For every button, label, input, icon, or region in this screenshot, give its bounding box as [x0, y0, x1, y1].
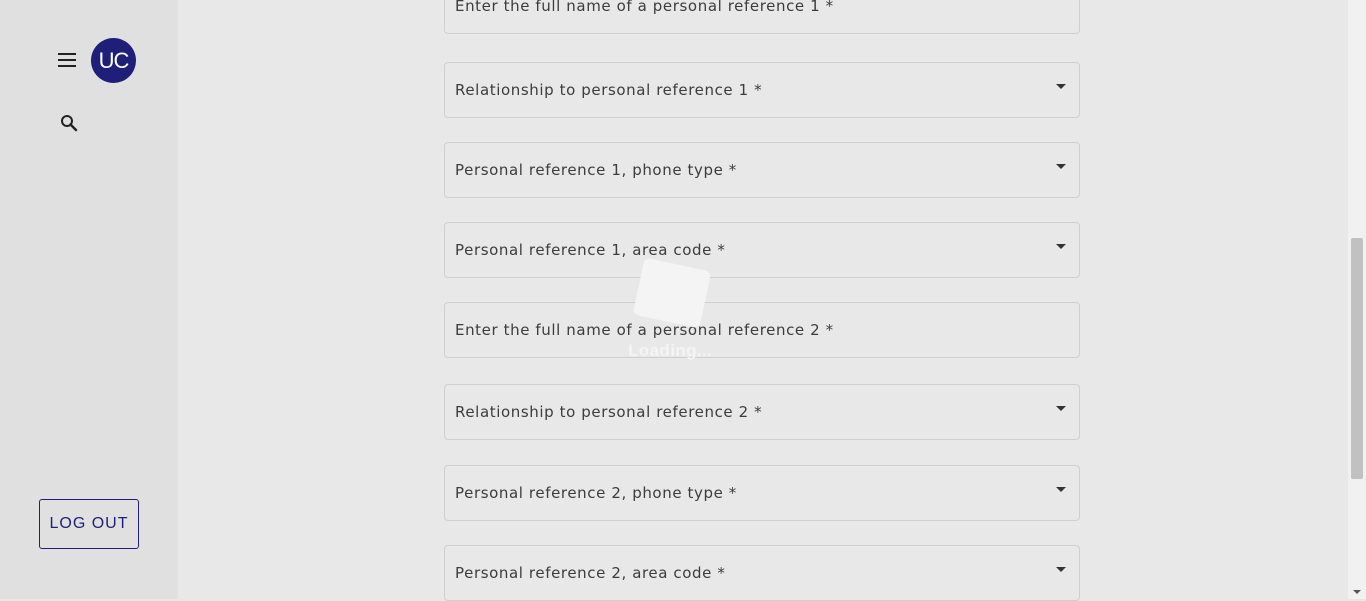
- field-label: Relationship to personal reference 2 *: [455, 403, 763, 421]
- field-label: Enter the full name of a personal refere…: [455, 321, 834, 339]
- reference-1-area-code-select[interactable]: Personal reference 1, area code *: [444, 222, 1080, 278]
- field-label: Personal reference 2, phone type *: [455, 484, 737, 502]
- vertical-scrollbar[interactable]: [1348, 0, 1366, 599]
- dropdown-arrow-icon: [1056, 244, 1066, 249]
- reference-2-relationship-select[interactable]: Relationship to personal reference 2 *: [444, 384, 1080, 440]
- avatar[interactable]: UC: [91, 38, 136, 83]
- reference-2-phone-type-select[interactable]: Personal reference 2, phone type *: [444, 465, 1080, 521]
- reference-2-name-field[interactable]: Enter the full name of a personal refere…: [444, 302, 1080, 358]
- dropdown-arrow-icon: [1056, 84, 1066, 89]
- field-label: Relationship to personal reference 1 *: [455, 81, 763, 99]
- reference-1-relationship-select[interactable]: Relationship to personal reference 1 *: [444, 62, 1080, 118]
- reference-1-phone-type-select[interactable]: Personal reference 1, phone type *: [444, 142, 1080, 198]
- scrollbar-thumb[interactable]: [1351, 238, 1363, 479]
- logout-button[interactable]: LOG OUT: [39, 499, 139, 549]
- scroll-down-arrow-icon[interactable]: [1353, 590, 1361, 594]
- sidebar: UC LOG OUT: [0, 0, 178, 599]
- field-label: Personal reference 2, area code *: [455, 564, 726, 582]
- hamburger-menu-icon[interactable]: [55, 48, 79, 72]
- field-label: Personal reference 1, phone type *: [455, 161, 737, 179]
- dropdown-arrow-icon: [1056, 406, 1066, 411]
- dropdown-arrow-icon: [1056, 567, 1066, 572]
- main-content: Enter the full name of a personal refere…: [178, 0, 1348, 601]
- search-icon[interactable]: [57, 111, 81, 135]
- field-label: Personal reference 1, area code *: [455, 241, 726, 259]
- reference-2-area-code-select[interactable]: Personal reference 2, area code *: [444, 545, 1080, 601]
- reference-1-name-field[interactable]: Enter the full name of a personal refere…: [444, 0, 1080, 34]
- field-label: Enter the full name of a personal refere…: [455, 0, 834, 15]
- dropdown-arrow-icon: [1056, 487, 1066, 492]
- dropdown-arrow-icon: [1056, 164, 1066, 169]
